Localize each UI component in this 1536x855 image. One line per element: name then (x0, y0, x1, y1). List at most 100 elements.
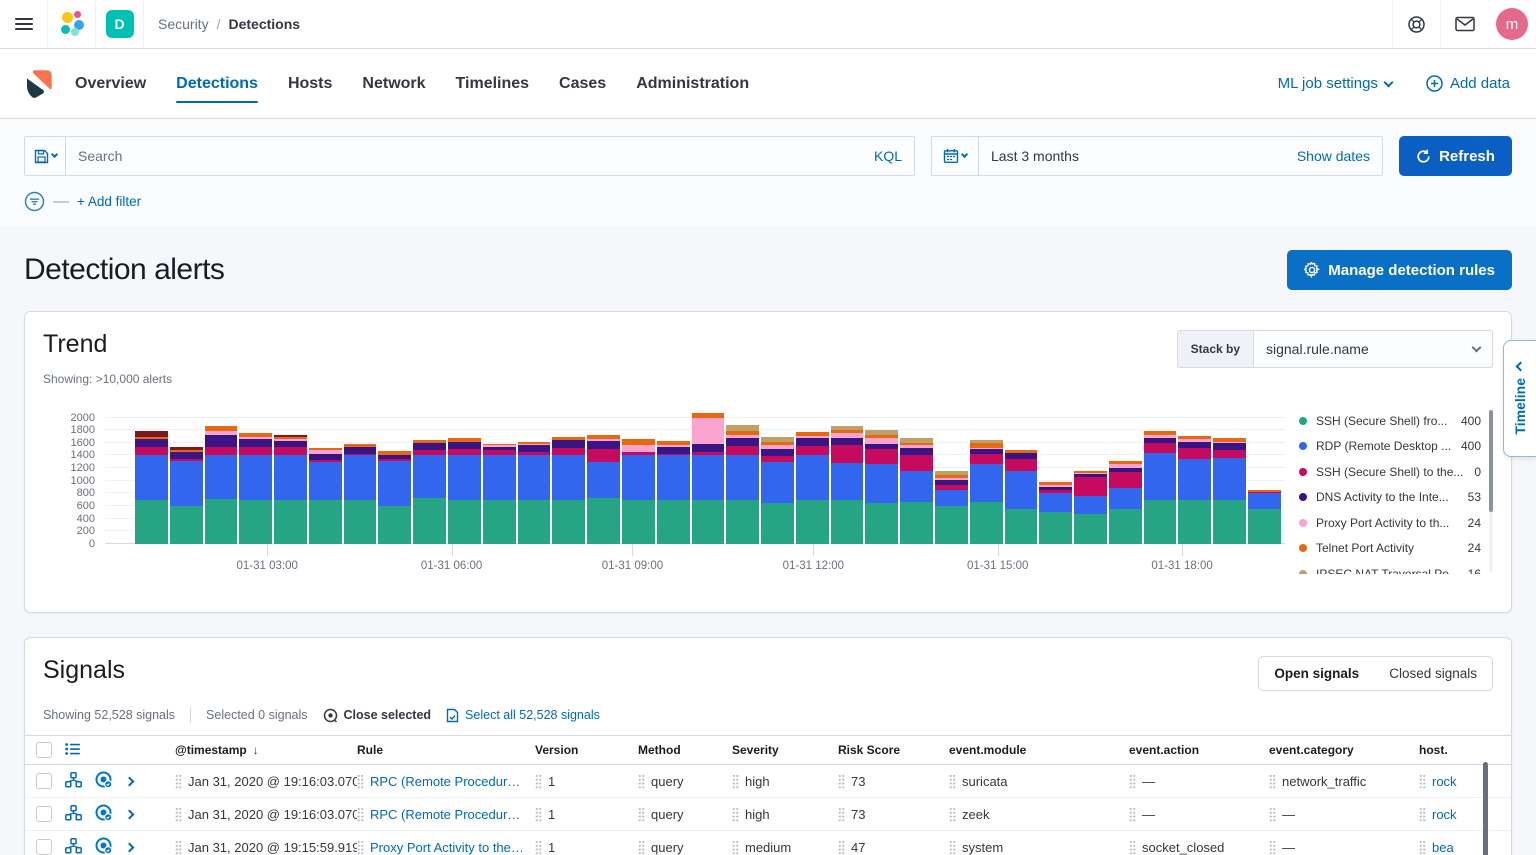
column-header-event-category[interactable]: event.category (1269, 743, 1419, 757)
legend-scrollbar-thumb[interactable] (1489, 410, 1493, 512)
user-menu-button[interactable]: m (1488, 0, 1536, 48)
tab-overview[interactable]: Overview (75, 65, 146, 103)
drag-handle[interactable] (1419, 774, 1426, 789)
stacked-bar[interactable] (1074, 408, 1107, 544)
stacked-bar[interactable] (413, 408, 446, 544)
drag-handle[interactable] (357, 807, 364, 822)
search-input[interactable] (78, 148, 874, 164)
drag-handle[interactable] (949, 774, 956, 789)
stacked-bar[interactable] (622, 408, 655, 544)
stacked-bar[interactable] (692, 408, 725, 544)
stacked-bar[interactable] (935, 408, 968, 544)
date-range-value[interactable]: Last 3 months (991, 148, 1079, 164)
investigate-in-timeline-icon[interactable] (95, 804, 113, 825)
stack-by-select[interactable]: signal.rule.name (1253, 330, 1493, 368)
stacked-bar[interactable] (552, 408, 585, 544)
tab-hosts[interactable]: Hosts (288, 65, 332, 103)
stacked-bar[interactable] (239, 408, 272, 544)
show-dates-button[interactable]: Show dates (1297, 148, 1370, 164)
drag-handle[interactable] (838, 840, 845, 855)
drag-handle[interactable] (732, 774, 739, 789)
drag-handle[interactable] (838, 774, 845, 789)
drag-handle[interactable] (535, 774, 542, 789)
row-checkbox[interactable] (36, 806, 52, 822)
ml-job-settings-button[interactable]: ML job settings (1278, 75, 1392, 92)
stacked-bar[interactable] (1144, 408, 1177, 544)
analyze-event-icon[interactable] (65, 772, 82, 791)
stacked-bar[interactable] (205, 408, 238, 544)
closed-signals-toggle[interactable]: Closed signals (1374, 657, 1492, 690)
expand-row-chevron-icon[interactable] (125, 842, 135, 852)
column-header-risk-score[interactable]: Risk Score (838, 743, 949, 757)
drag-handle[interactable] (175, 807, 182, 822)
stacked-bar[interactable] (796, 408, 829, 544)
saved-query-button[interactable] (24, 136, 66, 176)
legend-item[interactable]: Telnet Port Activity24 (1299, 536, 1493, 562)
tab-administration[interactable]: Administration (636, 65, 749, 103)
drag-handle[interactable] (1419, 807, 1426, 822)
close-selected-button[interactable]: Close selected (323, 708, 432, 723)
stacked-bar[interactable] (587, 408, 620, 544)
drag-handle[interactable] (1129, 774, 1136, 789)
stacked-bar[interactable] (344, 408, 377, 544)
space-selector[interactable]: D (96, 0, 144, 48)
stacked-bar[interactable] (1039, 408, 1072, 544)
expand-row-chevron-icon[interactable] (125, 809, 135, 819)
stacked-bar[interactable] (309, 408, 342, 544)
stacked-bar[interactable] (274, 408, 307, 544)
table-scrollbar-thumb[interactable] (1483, 762, 1488, 855)
drag-handle[interactable] (1269, 774, 1276, 789)
stacked-bar[interactable] (1213, 408, 1246, 544)
drag-handle[interactable] (175, 840, 182, 855)
columns-icon[interactable] (65, 742, 81, 759)
drag-handle[interactable] (357, 774, 364, 789)
column-header-severity[interactable]: Severity (732, 743, 838, 757)
stacked-bar[interactable] (761, 408, 794, 544)
column-header-event-module[interactable]: event.module (949, 743, 1129, 757)
row-checkbox[interactable] (36, 839, 52, 855)
breadcrumb-app[interactable]: Security (158, 16, 209, 32)
open-signals-toggle[interactable]: Open signals (1259, 657, 1374, 690)
column-header-event-action[interactable]: event.action (1129, 743, 1269, 757)
add-data-button[interactable]: Add data (1426, 75, 1510, 92)
column-header-host-[interactable]: host. (1419, 743, 1511, 757)
help-button[interactable] (1392, 0, 1440, 48)
stacked-bar[interactable] (900, 408, 933, 544)
drag-handle[interactable] (1419, 840, 1426, 855)
drag-handle[interactable] (175, 774, 182, 789)
stacked-bar[interactable] (483, 408, 516, 544)
stacked-bar[interactable] (657, 408, 690, 544)
drag-handle[interactable] (535, 840, 542, 855)
legend-item[interactable]: RDP (Remote Desktop ...400 (1299, 434, 1493, 460)
tab-network[interactable]: Network (362, 65, 425, 103)
drag-handle[interactable] (535, 807, 542, 822)
stacked-bar[interactable] (170, 408, 203, 544)
stacked-bar[interactable] (726, 408, 759, 544)
legend-item[interactable]: SSH (Secure Shell) to the...0 (1299, 459, 1493, 485)
cell-value-host[interactable]: bea (1432, 840, 1454, 855)
drag-handle[interactable] (838, 807, 845, 822)
legend-item[interactable]: SSH (Secure Shell) fro...400 (1299, 408, 1493, 434)
drag-handle[interactable] (638, 774, 645, 789)
stacked-bar[interactable] (1109, 408, 1142, 544)
drag-handle[interactable] (1129, 840, 1136, 855)
stacked-bar[interactable] (518, 408, 551, 544)
cell-value-rule[interactable]: RPC (Remote Procedure C... (370, 774, 527, 789)
drag-handle[interactable] (732, 807, 739, 822)
stacked-bar[interactable] (1178, 408, 1211, 544)
drag-handle[interactable] (949, 807, 956, 822)
drag-handle[interactable] (638, 840, 645, 855)
drag-handle[interactable] (732, 840, 739, 855)
stacked-bar[interactable] (865, 408, 898, 544)
tab-cases[interactable]: Cases (559, 65, 606, 103)
column-header-version[interactable]: Version (535, 743, 638, 757)
filter-icon[interactable] (24, 191, 45, 212)
refresh-button[interactable]: Refresh (1399, 136, 1512, 176)
select-all-signals-button[interactable]: Select all 52,528 signals (446, 708, 600, 723)
tab-detections[interactable]: Detections (176, 65, 258, 103)
select-all-checkbox[interactable] (36, 742, 52, 758)
drag-handle[interactable] (638, 807, 645, 822)
column-header-rule[interactable]: Rule (357, 743, 535, 757)
manage-detection-rules-button[interactable]: Manage detection rules (1287, 250, 1512, 290)
legend-item[interactable]: DNS Activity to the Inte...53 (1299, 485, 1493, 511)
